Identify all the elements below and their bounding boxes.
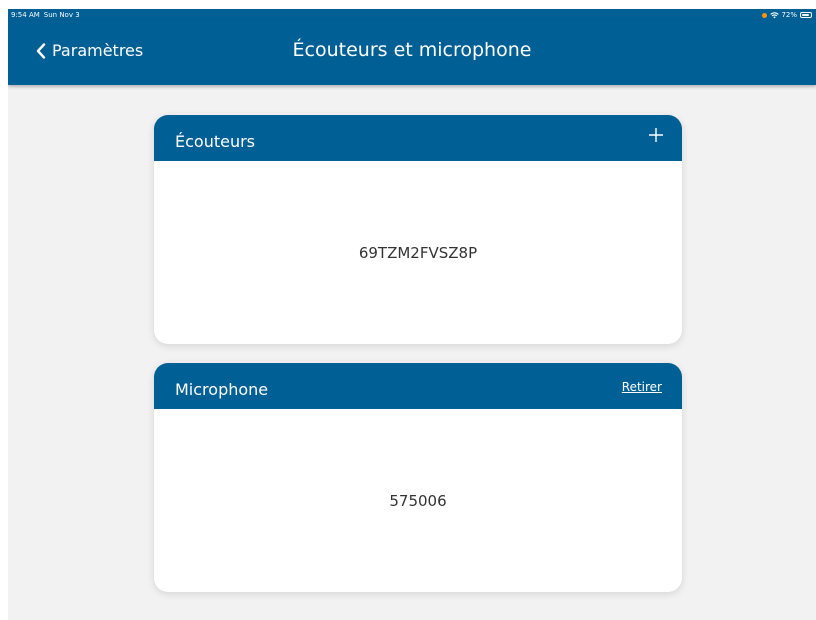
headphones-card-body: 69TZM2FVSZ8P xyxy=(154,161,682,344)
microphone-card: Microphone Retirer 575006 xyxy=(154,363,682,592)
headphones-card-title: Écouteurs xyxy=(175,132,256,151)
status-time-date: 9:54 AM Sun Nov 3 xyxy=(11,9,80,21)
headphones-card: Écouteurs 69TZM2FVSZ8P xyxy=(154,115,682,344)
plus-icon xyxy=(649,128,663,142)
battery-percentage: 72% xyxy=(781,11,797,19)
page-title: Écouteurs et microphone xyxy=(292,39,532,61)
headphones-card-header: Écouteurs xyxy=(154,115,682,161)
wifi-icon xyxy=(770,11,780,18)
add-headphones-button[interactable] xyxy=(648,127,664,143)
status-time: 9:54 AM xyxy=(11,11,40,19)
microphone-card-header: Microphone Retirer xyxy=(154,363,682,409)
app-screen: 9:54 AM Sun Nov 3 72% Paramètres Écouteur… xyxy=(8,9,816,620)
microphone-serial: 575006 xyxy=(389,491,447,510)
status-bar: 9:54 AM Sun Nov 3 72% xyxy=(8,9,816,21)
status-indicators: 72% xyxy=(762,9,812,21)
headphones-serial: 69TZM2FVSZ8P xyxy=(358,243,478,262)
battery-icon xyxy=(800,12,812,18)
status-date: Sun Nov 3 xyxy=(43,11,80,19)
microphone-card-body: 575006 xyxy=(154,409,682,592)
navigation-bar: Paramètres Écouteurs et microphone xyxy=(8,21,816,85)
recording-dot-icon xyxy=(762,12,768,18)
microphone-card-title: Microphone xyxy=(175,380,269,399)
remove-microphone-link[interactable]: Retirer xyxy=(622,380,662,394)
